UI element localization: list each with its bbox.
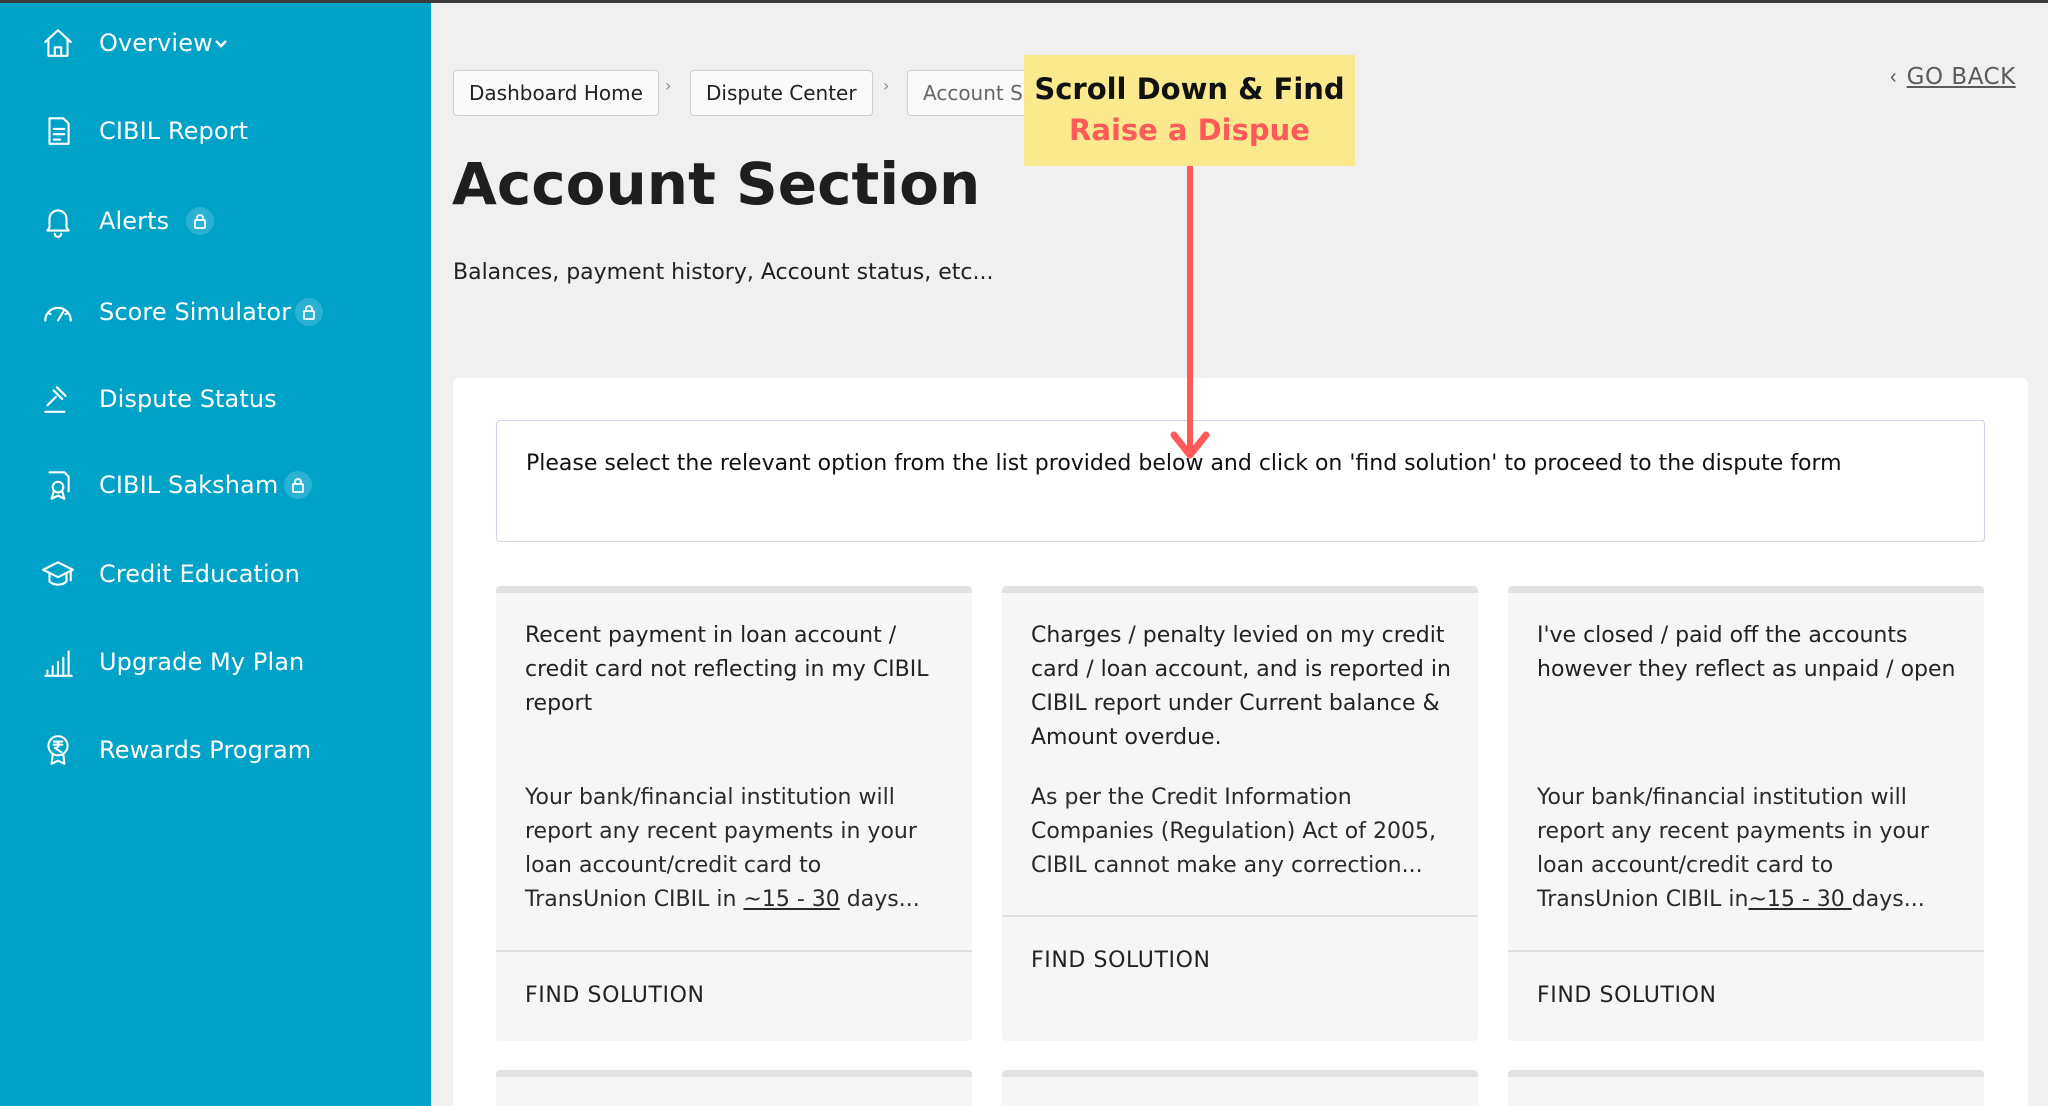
gavel-icon: [40, 381, 76, 417]
card-title: I've closed / paid off the accounts howe…: [1537, 623, 1956, 682]
dispute-option-card[interactable]: [1002, 1070, 1478, 1106]
breadcrumb-dashboard-home[interactable]: Dashboard Home: [453, 70, 659, 116]
go-back-label: GO BACK: [1906, 64, 2016, 90]
dispute-option-card[interactable]: Recent payment in loan account / credit …: [496, 586, 972, 1041]
sidebar-item-label: CIBIL Report: [99, 117, 249, 145]
annotation-arrow-line: [1187, 166, 1193, 449]
lock-icon: [295, 298, 323, 326]
dispute-option-card[interactable]: I've closed / paid off the accounts howe…: [1508, 586, 1984, 1041]
find-solution-button[interactable]: FIND SOLUTION: [1031, 948, 1211, 973]
dispute-option-card[interactable]: [496, 1070, 972, 1106]
sidebar-item-label: Credit Education: [99, 560, 300, 588]
sidebar-item-label: Upgrade My Plan: [99, 648, 305, 676]
annotation-line-1: Scroll Down & Find: [1034, 72, 1345, 106]
find-solution-button[interactable]: FIND SOLUTION: [1537, 983, 1717, 1008]
go-back-link[interactable]: ‹ GO BACK: [1890, 64, 2016, 90]
sidebar-item-score-simulator[interactable]: Score Simulator: [0, 282, 431, 342]
lock-icon: [186, 207, 214, 235]
annotation-callout: Scroll Down & Find Raise a Dispue: [1024, 55, 1355, 166]
breadcrumb-separator-icon: ›: [883, 76, 890, 95]
breadcrumb-separator-icon: ›: [665, 76, 672, 95]
report-icon: [40, 113, 76, 149]
card-title: Charges / penalty levied on my credit ca…: [1031, 623, 1451, 750]
sidebar-item-cibil-saksham[interactable]: CIBIL Saksham: [0, 455, 431, 515]
sidebar-item-label: Score Simulator: [99, 298, 292, 326]
sidebar-item-label: Overview: [99, 29, 213, 57]
card-divider: [1508, 950, 1984, 952]
instruction-box: Please select the relevant option from t…: [496, 420, 1985, 542]
sidebar-item-alerts[interactable]: Alerts: [0, 191, 431, 251]
sidebar-item-label: Dispute Status: [99, 385, 277, 413]
rupee-medal-icon: [40, 732, 76, 768]
sidebar-item-label: CIBIL Saksham: [99, 471, 279, 499]
sidebar-item-label: Alerts: [99, 207, 170, 235]
home-icon: [40, 25, 76, 61]
dispute-option-card[interactable]: Charges / penalty levied on my credit ca…: [1002, 586, 1478, 1041]
sidebar-item-label: Rewards Program: [99, 736, 312, 764]
page-title: Account Section: [452, 150, 981, 218]
card-divider: [496, 950, 972, 952]
chevron-left-icon: ‹: [1890, 65, 1897, 88]
sidebar-item-cibil-report[interactable]: CIBIL Report: [0, 101, 431, 161]
card-description: Your bank/financial institution will rep…: [525, 785, 920, 912]
gauge-icon: [40, 294, 76, 330]
arrow-down-icon: [1170, 431, 1210, 459]
bell-icon: [40, 203, 76, 239]
card-divider: [1002, 915, 1478, 917]
badge-icon: [40, 467, 76, 503]
sidebar-item-dispute-status[interactable]: Dispute Status: [0, 369, 431, 429]
bar-chart-icon: [40, 644, 76, 680]
card-title: Recent payment in loan account / credit …: [525, 623, 929, 716]
graduation-cap-icon: [40, 556, 76, 592]
sidebar-item-rewards[interactable]: Rewards Program: [0, 720, 431, 780]
page-subtitle: Balances, payment history, Account statu…: [453, 260, 994, 285]
lock-icon: [284, 471, 312, 499]
card-description: Your bank/financial institution will rep…: [1537, 785, 1929, 912]
annotation-line-2: Raise a Dispue: [1069, 113, 1310, 147]
top-border: [0, 0, 2048, 3]
sidebar-item-credit-education[interactable]: Credit Education: [0, 544, 431, 604]
find-solution-button[interactable]: FIND SOLUTION: [525, 983, 705, 1008]
sidebar-item-upgrade-plan[interactable]: Upgrade My Plan: [0, 632, 431, 692]
card-description: As per the Credit Information Companies …: [1031, 785, 1436, 878]
sidebar: Overview CIBIL Report Alerts Score Simul…: [0, 0, 431, 1106]
dispute-option-card[interactable]: [1508, 1070, 1984, 1106]
sidebar-item-overview[interactable]: Overview: [0, 13, 431, 73]
breadcrumb-dispute-center[interactable]: Dispute Center: [690, 70, 873, 116]
chevron-down-icon[interactable]: [212, 34, 230, 52]
